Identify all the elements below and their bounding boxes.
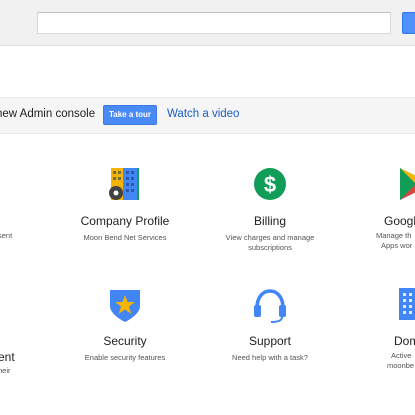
top-bar [0,0,415,46]
watch-video-link[interactable]: Watch a video [167,108,239,120]
google-apps-title-partial: Googl [384,214,415,228]
domains-title-partial: Dom [394,334,415,348]
billing-card[interactable]: $ Billing View charges and manage subscr… [205,168,335,258]
welcome-banner: new Admin console Take a tour Watch a vi… [0,97,415,134]
left-card-desc-partial: sent [0,231,13,240]
svg-text:$: $ [264,172,276,197]
company-profile-desc: Moon Bend Net Services [83,233,167,242]
company-profile-title: Company Profile [80,214,170,228]
dollar-circle-icon: $ [252,168,288,204]
security-desc: Enable security features [84,353,166,362]
left-card-title-partial[interactable]: ent [0,350,15,364]
banner-text: new Admin console [0,108,96,120]
domain-grid-icon [399,288,415,320]
billing-title: Billing [253,214,286,228]
google-apps-desc-partial-2: Apps wor [381,241,413,250]
support-title: Support [248,334,292,348]
security-card[interactable]: Security Enable security features [60,288,190,378]
security-title: Security [103,334,147,348]
take-a-tour-button[interactable]: Take a tour [103,105,157,125]
building-icon [107,168,143,204]
domains-desc-partial-2: moonbe [387,361,415,370]
google-apps-desc-partial-1: Manage th [376,231,412,240]
support-desc: Need help with a task? [232,353,308,362]
headset-icon [252,288,288,324]
left-card-desc-partial-2: heir [0,366,11,375]
support-card[interactable]: Support Need help with a task? [205,288,335,378]
billing-desc: View charges and manage subscriptions [225,233,315,252]
domains-desc-partial-1: Active [391,351,412,360]
shield-star-icon [107,288,143,324]
company-profile-card[interactable]: Company Profile Moon Bend Net Services [60,168,190,258]
search-button[interactable] [402,12,415,34]
play-triangle-icon [398,168,415,204]
search-input[interactable] [37,12,391,34]
